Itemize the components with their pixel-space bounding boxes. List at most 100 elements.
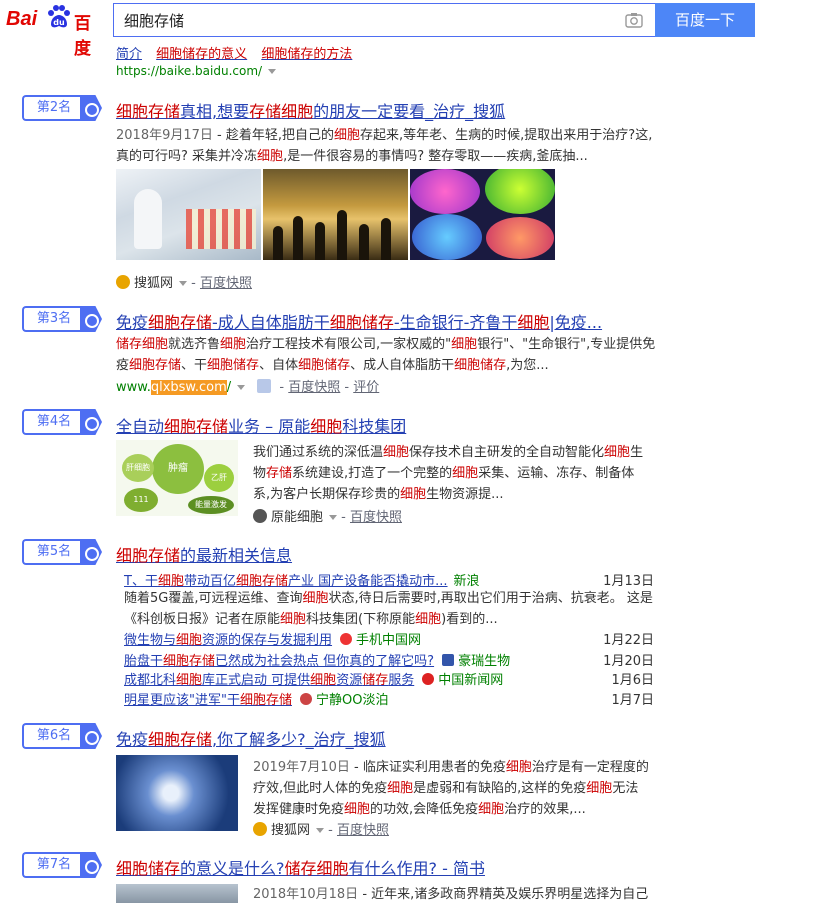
rank-badge: 第3名 <box>22 306 102 332</box>
rank-label: 第7名 <box>22 852 84 878</box>
result-snippet: 2018年10月18日 - 近年来,诸多政商界精英及娱乐界明星选择为自己或 <box>253 884 653 903</box>
snippet-line: 我们通过系统的深低温细胞保存技术自主研发的全自动智能化细胞生 <box>253 445 644 460</box>
rank-label: 第2名 <box>22 95 84 121</box>
result-thumbnail[interactable]: 肿瘤 肝细胞 乙肝 111 能量激发 <box>116 440 238 516</box>
news-title[interactable]: 明星更应该"进军"干细胞存储 <box>124 693 292 708</box>
snippet-line: 物存储系统建设,打造了一个完整的细胞采集、运输、冻存、制备体 <box>253 466 635 481</box>
dropdown-arrow-icon[interactable] <box>179 281 188 286</box>
baidu-logo[interactable]: Bai du 百度 <box>6 2 106 59</box>
svg-text:du: du <box>53 18 65 27</box>
news-date: 1月7日 <box>611 693 654 708</box>
result-source-line: 搜狐网 - 百度快照 <box>116 272 252 291</box>
snippet-line: - 趁着年轻,把自己的细胞存起来,等年老、生病的时候,提取出来用于治疗?这, <box>217 128 653 143</box>
snapshot-link[interactable]: 百度快照 <box>337 823 389 838</box>
result-image-strip[interactable] <box>116 169 555 260</box>
result-date: 2018年10月18日 <box>253 887 359 902</box>
news-source: 中国新闻网 <box>438 673 504 688</box>
rank-badge: 第5名 <box>22 539 102 565</box>
result-snippet: 2019年7月10日 - 临床证实利用患者的免疫细胞治疗是有一定程度的 疗效,但… <box>253 757 653 820</box>
sublink-text: 细胞储存的方法 <box>261 47 353 62</box>
source-name[interactable]: 原能细胞 <box>271 510 323 525</box>
news-source: 豪瑞生物 <box>458 654 511 669</box>
dropdown-arrow-icon[interactable] <box>237 385 246 390</box>
snippet-line: 疗效,但此时人体的免疫细胞是虚弱和有缺陷的,这样的免疫细胞无法 <box>253 781 639 796</box>
rank-arrow-icon <box>80 539 102 565</box>
url-prefix[interactable]: www. <box>116 380 151 395</box>
source-icon <box>299 693 312 705</box>
desc-line: 随着5G覆盖,可远程运维、查询细胞状态,待日后需要时,再取出它们用于治病、抗衰老… <box>124 591 653 606</box>
news-item: 胎盘干细胞存储已然成为社会热点 但你真的了解它吗? 豪瑞生物 1月20日 <box>124 650 654 669</box>
snapshot-link[interactable]: 百度快照 <box>200 276 252 291</box>
result-title[interactable]: 细胞储存的意义是什么?储存细胞有什么作用? - 简书 <box>116 855 485 879</box>
thumb-label: 肿瘤 <box>152 444 204 494</box>
dropdown-arrow-icon[interactable] <box>316 828 325 833</box>
news-title[interactable]: T、干细胞带动百亿细胞存储产业 国产设备能否撬动市... <box>124 574 448 589</box>
top-result-url: https://baike.baidu.com/ <box>116 64 277 78</box>
result-title[interactable]: 全自动细胞存储业务 – 原能细胞科技集团 <box>116 413 406 437</box>
news-source: 宁静OO淡泊 <box>315 693 389 708</box>
url-suffix[interactable]: / <box>227 380 231 395</box>
thumb-label: 乙肝 <box>204 464 234 492</box>
rank-label: 第6名 <box>22 723 84 749</box>
thumb-label: 111 <box>124 488 158 512</box>
result-title[interactable]: 免疫细胞存储,你了解多少?_治疗_搜狐 <box>116 726 386 750</box>
children-silhouette-image[interactable] <box>263 169 408 260</box>
rating-link[interactable]: 评价 <box>353 380 379 395</box>
lab-image[interactable] <box>116 169 261 260</box>
result-date: 2018年9月17日 <box>116 128 213 143</box>
news-item: 明星更应该"进军"干细胞存储 宁静OO淡泊 1月7日 <box>124 689 654 708</box>
result-title[interactable]: 细胞存储真相,想要存储细胞的朋友一定要看_治疗_搜狐 <box>116 98 505 122</box>
result-snippet: 储存细胞就选齐鲁细胞治疗工程技术有限公司,一家权威的"细胞银行"、"生命银行",… <box>116 334 656 376</box>
cells-image[interactable] <box>410 169 555 260</box>
dropdown-arrow-icon[interactable] <box>268 69 277 74</box>
result-snippet: 2018年9月17日 - 趁着年轻,把自己的细胞存起来,等年老、生病的时候,提取… <box>116 125 656 167</box>
verified-icon <box>257 379 272 393</box>
result-source-line: www.qlxbsw.com/ - 百度快照 - 评价 <box>116 379 380 395</box>
result-source-line: 原能细胞 - 百度快照 <box>253 506 402 525</box>
news-date: 1月6日 <box>611 673 654 688</box>
result-title[interactable]: 细胞存储的最新相关信息 <box>116 542 292 566</box>
rank-arrow-icon <box>80 95 102 121</box>
thumb-label: 肝细胞 <box>122 454 154 482</box>
sublink[interactable]: 细胞储存的意义 <box>156 47 247 62</box>
snippet-line: - 临床证实利用患者的免疫细胞治疗是有一定程度的 <box>354 760 649 775</box>
result-source-line: 搜狐网 - 百度快照 <box>253 819 389 838</box>
search-input[interactable] <box>114 4 614 36</box>
news-title[interactable]: 胎盘干细胞存储已然成为社会热点 但你真的了解它吗? <box>124 654 434 669</box>
snapshot-link[interactable]: 百度快照 <box>288 380 340 395</box>
news-date: 1月22日 <box>603 633 654 648</box>
news-date: 1月13日 <box>603 574 654 589</box>
rank-badge: 第7名 <box>22 852 102 878</box>
snapshot-link[interactable]: 百度快照 <box>350 510 402 525</box>
snippet-line: 发挥健康时免疫细胞的功效,会降低免疫细胞治疗的效果,... <box>253 802 586 817</box>
source-name[interactable]: 搜狐网 <box>271 823 310 838</box>
url-text[interactable]: https://baike.baidu.com/ <box>116 64 262 78</box>
url-highlight[interactable]: qlxbsw.com <box>150 380 227 395</box>
rank-label: 第5名 <box>22 539 84 565</box>
yuanneng-icon <box>253 509 267 523</box>
sublink[interactable]: 简介 <box>116 47 142 62</box>
result-date: 2019年7月10日 <box>253 760 350 775</box>
logo-text: Bai <box>6 8 38 30</box>
rank-badge: 第6名 <box>22 723 102 749</box>
result-thumbnail[interactable] <box>116 884 238 903</box>
news-title[interactable]: 微生物与细胞资源的保存与发掘利用 <box>124 633 332 648</box>
search-button[interactable]: 百度一下 <box>655 3 755 37</box>
thumb-label: 能量激发 <box>188 496 234 514</box>
result-title[interactable]: 免疫细胞存储-成人自体脂肪干细胞储存-生命银行-齐鲁干细胞|免疫... <box>116 309 602 333</box>
paw-icon: du <box>48 5 70 28</box>
rank-label: 第4名 <box>22 409 84 435</box>
sublink[interactable]: 细胞储存的方法 <box>261 47 352 62</box>
sohu-icon <box>116 275 130 289</box>
result-thumbnail[interactable] <box>116 755 238 831</box>
search-box <box>113 3 655 37</box>
dropdown-arrow-icon[interactable] <box>329 515 338 520</box>
camera-icon[interactable] <box>625 12 643 28</box>
news-title[interactable]: 成都北科细胞库正式启动 可提供细胞资源储存服务 <box>124 673 414 688</box>
sohu-icon <box>253 822 267 836</box>
snippet-line: 储存细胞就选齐鲁细胞治疗工程技术有限公司,一家权威的"细胞银行"、"生命银行",… <box>116 337 656 352</box>
source-name[interactable]: 搜狐网 <box>134 276 173 291</box>
news-date: 1月20日 <box>603 654 654 669</box>
rank-arrow-icon <box>80 852 102 878</box>
news-item: 微生物与细胞资源的保存与发掘利用 手机中国网 1月22日 <box>124 629 654 648</box>
